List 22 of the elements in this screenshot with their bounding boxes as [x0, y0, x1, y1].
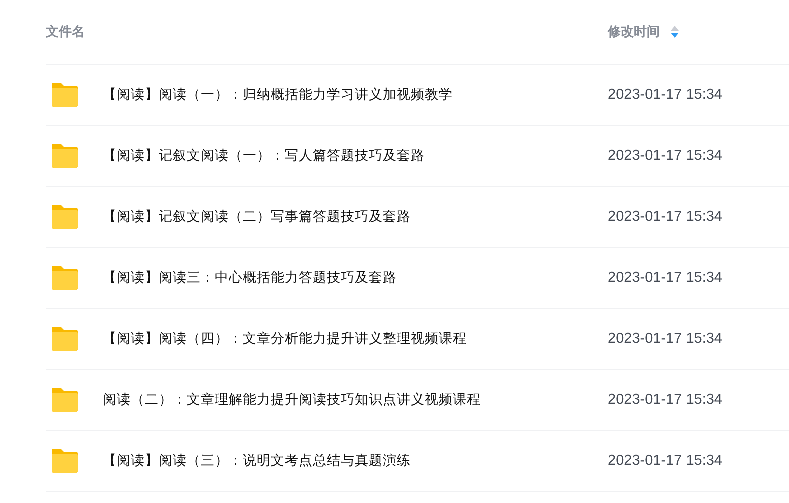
folder-icon: [50, 448, 80, 474]
modified-time: 2023-01-17 15:34: [608, 392, 722, 408]
file-name[interactable]: 【阅读】记叙文阅读（二）写事篇答题技巧及套路: [103, 208, 608, 226]
file-name[interactable]: 【阅读】记叙文阅读（一）：写人篇答题技巧及套路: [103, 147, 608, 165]
folder-icon: [50, 204, 80, 230]
folder-icon: [50, 82, 80, 108]
modified-time: 2023-01-17 15:34: [608, 148, 722, 164]
modified-time: 2023-01-17 15:34: [608, 453, 722, 469]
file-name[interactable]: 【阅读】阅读三：中心概括能力答题技巧及套路: [103, 269, 608, 287]
modified-time: 2023-01-17 15:34: [608, 331, 722, 347]
folder-icon: [50, 326, 80, 352]
file-name[interactable]: 【阅读】阅读（一）：归纳概括能力学习讲义加视频教学: [103, 86, 608, 104]
modified-time: 2023-01-17 15:34: [608, 270, 722, 286]
file-name[interactable]: 【阅读】阅读（三）：说明文考点总结与真题演练: [103, 452, 608, 470]
file-name[interactable]: 阅读（二）：文章理解能力提升阅读技巧知识点讲义视频课程: [103, 391, 608, 409]
folder-icon: [50, 143, 80, 169]
file-name[interactable]: 【阅读】阅读（四）：文章分析能力提升讲义整理视频课程: [103, 330, 608, 348]
modified-time: 2023-01-17 15:34: [608, 209, 722, 225]
folder-icon: [50, 387, 80, 413]
sort-icon[interactable]: [670, 25, 680, 39]
folder-icon: [50, 265, 80, 291]
modified-time: 2023-01-17 15:34: [608, 87, 722, 103]
